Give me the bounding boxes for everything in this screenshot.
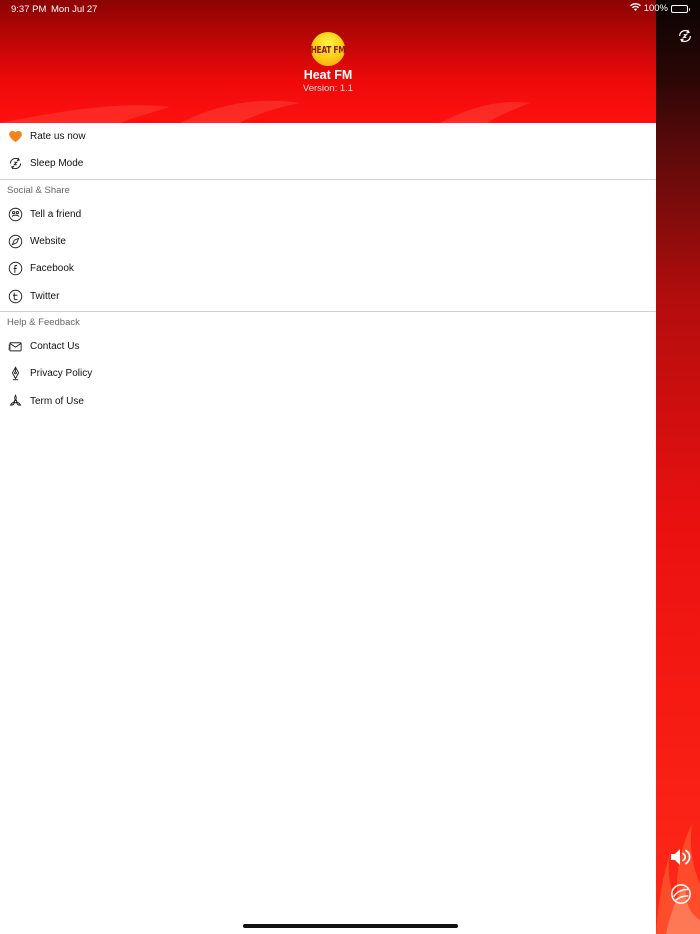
drawer-header: HEAT FM Heat FM Version: 1.1 [0,0,656,123]
heart-icon [7,129,23,145]
menu-item-facebook[interactable]: Facebook [0,255,656,282]
section-header-social: Social & Share [0,178,656,201]
menu-item-label: Rate us now [30,131,86,143]
sleep-timer-icon[interactable] [673,24,697,48]
battery-percent: 100% [643,3,668,14]
menu-item-label: Contact Us [30,340,80,352]
status-date: Mon Jul 27 [51,4,98,15]
sleep-timer-icon [7,156,23,172]
menu-item-label: Twitter [30,290,60,302]
side-drawer: HEAT FM Heat FM Version: 1.1 Rate us now… [0,0,656,934]
twitter-icon [7,288,23,304]
compass-icon [7,234,23,250]
menu-item-contact-us[interactable]: Contact Us [0,333,656,360]
facebook-icon [7,261,23,277]
home-indicator[interactable] [243,924,458,928]
volume-icon[interactable] [667,844,695,870]
menu-item-label: Privacy Policy [30,368,93,380]
menu-item-label: Website [30,236,66,248]
logo-text: HEAT FM [310,43,346,55]
status-bar: 9:37 PM Mon Jul 27 100% [0,0,700,18]
menu-item-sleep-mode[interactable]: Sleep Mode [0,150,656,177]
status-indicators: 100% [629,3,690,14]
airplay-icon[interactable] [668,881,694,907]
mail-icon [7,338,23,354]
menu-item-label: Facebook [30,263,74,275]
drawer-menu: Rate us now Sleep Mode Social & Share Te… [0,123,656,415]
app-version: Version: 1.1 [302,83,354,94]
menu-item-label: Term of Use [30,395,84,407]
menu-item-twitter[interactable]: Twitter [0,282,656,309]
menu-item-rate-us[interactable]: Rate us now [0,123,656,150]
menu-item-privacy-policy[interactable]: Privacy Policy [0,360,656,387]
status-time: 9:37 PM [11,4,47,15]
menu-item-label: Tell a friend [30,208,82,220]
menu-item-tell-a-friend[interactable]: Tell a friend [0,201,656,228]
wifi-icon [629,3,641,14]
pen-nib-icon [7,366,23,382]
menu-item-website[interactable]: Website [0,228,656,255]
menu-item-term-of-use[interactable]: Term of Use [0,387,656,414]
section-header-help: Help & Feedback [0,310,656,333]
heat-fm-logo: HEAT FM [310,32,346,66]
share-icon [7,206,23,222]
header-swoosh-decoration [0,100,530,123]
menu-item-label: Sleep Mode [30,158,84,170]
battery-icon [671,4,690,13]
app-name: Heat FM [303,68,353,82]
radiation-icon [7,393,23,409]
